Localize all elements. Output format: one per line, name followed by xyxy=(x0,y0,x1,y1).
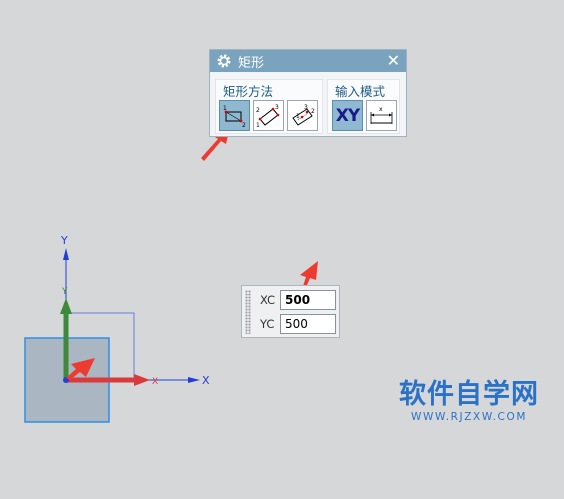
yc-row: YC xyxy=(242,313,336,335)
watermark-url: WWW.RJZXW.COM xyxy=(410,411,528,423)
ref-x-label: X xyxy=(202,374,210,387)
rectangle-method-group: 矩形方法 1 2 2 3 1 3 2 1 xyxy=(215,79,323,134)
ref-x-arrowhead xyxy=(188,377,200,383)
svg-text:2: 2 xyxy=(311,108,315,115)
rectangle-method-label: 矩形方法 xyxy=(223,84,274,99)
ref-y-label: Y xyxy=(60,234,68,247)
watermark: 软件自学网 WWW.RJZXW.COM xyxy=(396,380,542,424)
yc-label: YC xyxy=(260,317,275,331)
dialog-title: 矩形 xyxy=(238,55,265,71)
yc-input[interactable] xyxy=(280,314,336,334)
xc-input[interactable] xyxy=(280,290,336,310)
svg-text:2: 2 xyxy=(242,122,246,129)
gear-icon[interactable] xyxy=(216,53,232,69)
svg-text:3: 3 xyxy=(275,104,279,111)
rect-two-point-icon: 1 2 xyxy=(223,105,246,129)
rect-from-center-button[interactable]: 3 2 1 xyxy=(287,100,318,131)
parameter-mode-icon: x xyxy=(370,106,393,124)
dialog-title-bar[interactable]: 矩形 ✕ xyxy=(210,50,406,72)
close-icon[interactable]: ✕ xyxy=(387,51,400,71)
rect-from-center-icon: 3 2 1 xyxy=(292,104,315,126)
coordinate-mode-button[interactable]: XY xyxy=(332,100,363,131)
input-mode-label: 输入模式 xyxy=(335,84,386,99)
x-axis-label: X xyxy=(152,377,158,387)
svg-text:1: 1 xyxy=(296,113,300,120)
parameter-mode-button[interactable]: x xyxy=(366,100,397,131)
ref-y-arrowhead xyxy=(63,248,69,260)
rectangle-dialog: 矩形 ✕ 矩形方法 1 2 2 3 1 3 2 1 输入模式 XY x xyxy=(209,49,407,137)
rect-three-point-icon: 2 3 1 xyxy=(256,104,280,129)
rect-three-point-button[interactable]: 2 3 1 xyxy=(253,100,284,131)
svg-text:2: 2 xyxy=(256,107,260,114)
y-axis-label: Y xyxy=(61,287,68,297)
xc-label: XC xyxy=(260,293,276,307)
y-axis-arrowhead xyxy=(60,298,72,314)
x-axis-arrowhead xyxy=(134,374,150,386)
input-mode-group: 输入模式 XY x xyxy=(327,79,400,134)
svg-text:x: x xyxy=(379,106,383,113)
coordinate-mode-icon: XY xyxy=(335,105,360,126)
xc-row: XC xyxy=(242,289,336,311)
rect-two-point-button[interactable]: 1 2 xyxy=(219,100,250,131)
svg-text:1: 1 xyxy=(256,122,260,129)
watermark-title: 软件自学网 xyxy=(399,379,539,410)
svg-text:3: 3 xyxy=(304,104,308,111)
coordinate-input-box: XC YC xyxy=(241,285,340,338)
